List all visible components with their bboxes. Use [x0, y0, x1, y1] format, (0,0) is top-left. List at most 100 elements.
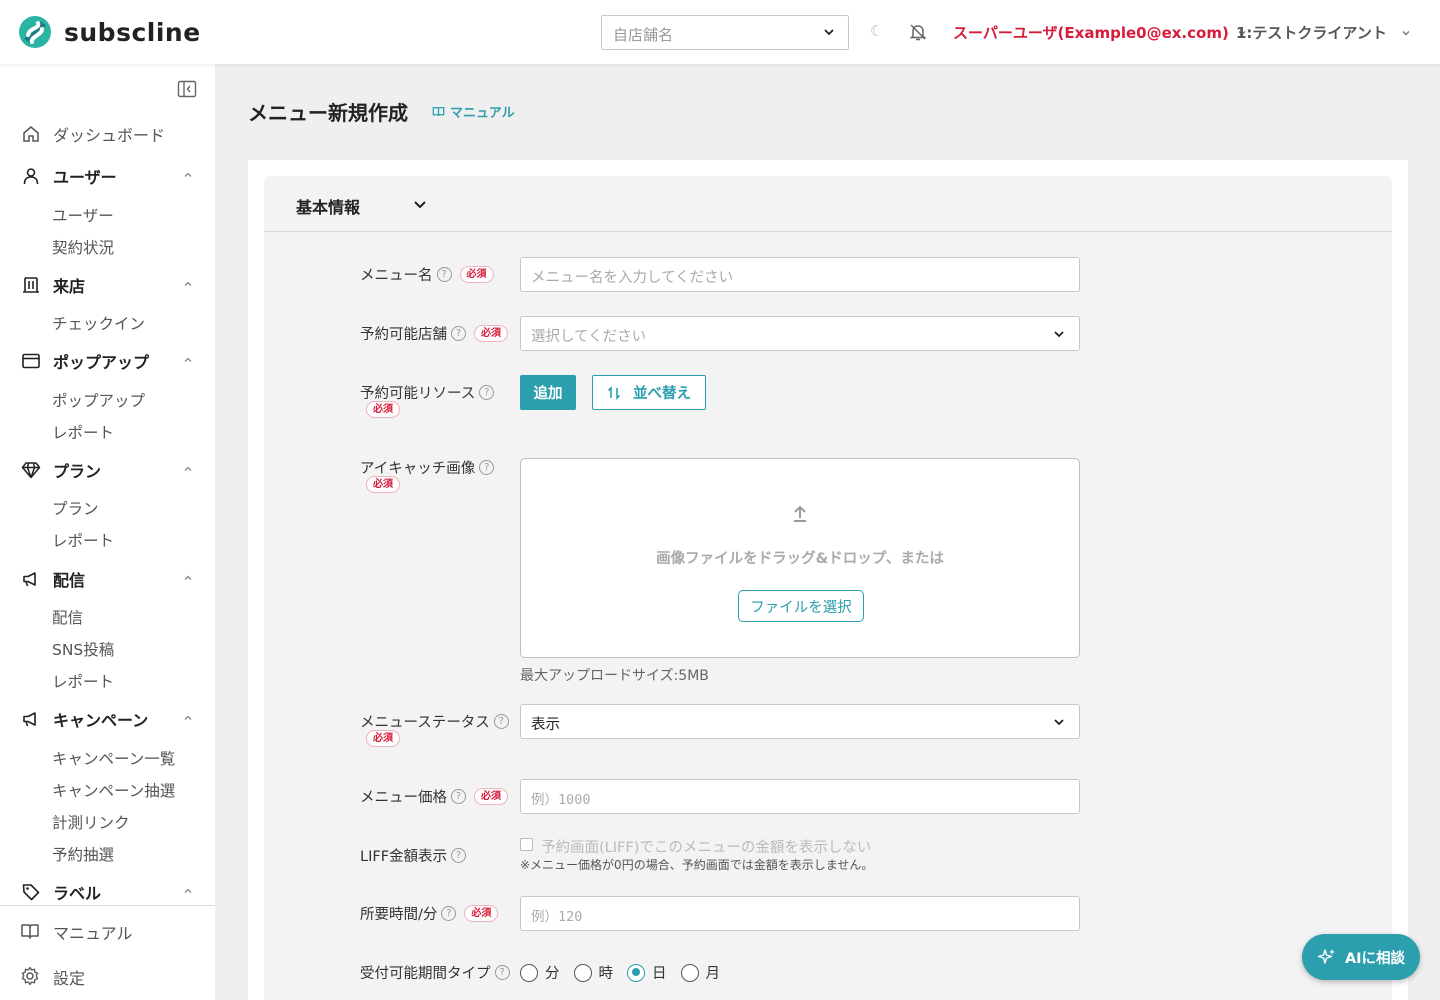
- add-resource-button[interactable]: 追加: [520, 375, 576, 410]
- status-select[interactable]: 表示: [520, 704, 1080, 739]
- help-icon[interactable]: ?: [436, 267, 452, 282]
- sort-resources-button[interactable]: 並べ替え: [592, 375, 706, 410]
- radio-button-selected[interactable]: [627, 963, 645, 982]
- radio-button[interactable]: [573, 963, 592, 982]
- user-menu-label: スーパーユーザ(Example0@ex.com): [953, 24, 1229, 42]
- client-menu[interactable]: 1:テストクライアント: [1236, 22, 1411, 43]
- liff-note: ※メニュー価格が0円の場合、予約画面では金額を表示しません。: [520, 858, 874, 872]
- radio-button[interactable]: [680, 963, 699, 982]
- radio-label: 時: [598, 966, 614, 982]
- dark-mode-icon[interactable]: ☾: [870, 22, 883, 40]
- sidebar-item-dashboard[interactable]: ダッシュボード: [0, 118, 215, 150]
- sidebar-group-delivery[interactable]: 配信: [0, 563, 215, 595]
- sidebar-item-plan-report[interactable]: レポート: [52, 529, 114, 553]
- duration-input[interactable]: 例）120: [520, 896, 1080, 931]
- sidebar-item-popup[interactable]: ポップアップ: [52, 389, 145, 413]
- sidebar-footer: マニュアル 設定: [0, 905, 215, 1000]
- sidebar-group-plan[interactable]: プラン: [0, 454, 215, 486]
- app-header: subscline 自店舗名 ☾ スーパーユーザ(Example0@ex.com…: [0, 0, 1440, 64]
- field-label: メニュー名: [360, 268, 433, 284]
- sidebar-group-label[interactable]: ラベル: [0, 876, 215, 908]
- sidebar-collapse-icon[interactable]: [177, 79, 197, 99]
- required-badge: 必須: [474, 325, 508, 342]
- sidebar-item-tracking-link[interactable]: 計測リンク: [52, 811, 130, 835]
- stores-label: 予約可能店舗 ? 必須: [360, 323, 508, 344]
- manual-link[interactable]: マニュアル: [432, 102, 515, 121]
- menu-name-input[interactable]: メニュー名を入力してください: [520, 257, 1080, 292]
- menu-name-label: メニュー名 ? 必須: [360, 264, 494, 285]
- duration-label: 所要時間/分 ? 必須: [360, 903, 499, 924]
- app-logo[interactable]: subscline: [16, 15, 201, 49]
- liff-hide-price-checkbox[interactable]: [520, 838, 533, 851]
- period-type-radio-group: 分 時 日 月: [520, 962, 734, 983]
- notification-off-icon[interactable]: [908, 22, 928, 42]
- help-icon[interactable]: ?: [451, 326, 466, 341]
- sidebar-item-contracts[interactable]: 契約状況: [52, 236, 114, 260]
- dropzone-text: 画像ファイルをドラッグ&ドロップ、または: [656, 551, 944, 567]
- store-select-placeholder: 自店舗名: [613, 26, 674, 44]
- period-type-option-hour[interactable]: 時: [573, 962, 614, 983]
- book-icon: [432, 106, 445, 117]
- sidebar-item-popup-report[interactable]: レポート: [52, 421, 114, 445]
- liff-checkbox-label[interactable]: 予約画面(LIFF)でこのメニューの金額を表示しない: [541, 836, 871, 857]
- sidebar-item-label: 設定: [53, 969, 86, 988]
- book-icon: [20, 921, 42, 943]
- ai-consult-button[interactable]: AIに相談: [1302, 934, 1420, 980]
- help-icon[interactable]: ?: [479, 385, 495, 400]
- sidebar-item-delivery[interactable]: 配信: [52, 606, 83, 630]
- sidebar-item-checkin[interactable]: チェックイン: [52, 312, 145, 336]
- required-badge: 必須: [366, 730, 400, 747]
- sidebar-item-campaign-lottery[interactable]: キャンペーン抽選: [52, 779, 175, 803]
- section-header[interactable]: 基本情報: [264, 176, 1392, 232]
- sidebar-item-manual[interactable]: マニュアル: [20, 920, 133, 944]
- select-file-button[interactable]: ファイルを選択: [738, 590, 864, 622]
- period-type-option-month[interactable]: 月: [680, 962, 721, 983]
- sidebar-item-label: マニュアル: [53, 924, 133, 943]
- user-menu[interactable]: スーパーユーザ(Example0@ex.com): [953, 22, 1247, 43]
- sidebar-group-label: プラン: [53, 462, 102, 481]
- gear-icon: [20, 966, 42, 988]
- sidebar-item-campaign-list[interactable]: キャンペーン一覧: [52, 747, 175, 771]
- field-label: LIFF金額表示: [360, 849, 448, 865]
- tag-icon: [20, 881, 42, 903]
- period-type-option-minute[interactable]: 分: [520, 962, 560, 983]
- required-badge: 必須: [474, 788, 508, 805]
- help-icon[interactable]: ?: [451, 848, 467, 863]
- field-label: メニューステータス: [360, 715, 490, 731]
- image-dropzone[interactable]: 画像ファイルをドラッグ&ドロップ、または ファイルを選択: [520, 458, 1080, 658]
- status-label: メニューステータス ?: [360, 711, 509, 732]
- period-type-option-day[interactable]: 日: [627, 962, 667, 983]
- radio-button[interactable]: [520, 963, 538, 982]
- sidebar-group-campaign[interactable]: キャンペーン: [0, 703, 215, 735]
- ai-button-label: AIに相談: [1344, 950, 1406, 967]
- sidebar-group-label: 来店: [53, 277, 86, 296]
- sidebar-item-reservation-lottery[interactable]: 予約抽選: [52, 843, 114, 867]
- store-select[interactable]: 自店舗名: [601, 15, 849, 50]
- stores-select[interactable]: 選択してください: [520, 316, 1080, 351]
- help-icon[interactable]: ?: [441, 906, 457, 921]
- field-label: 所要時間/分: [360, 907, 438, 923]
- sidebar-item-delivery-report[interactable]: レポート: [52, 670, 114, 694]
- sidebar-item-sns-post[interactable]: SNS投稿: [52, 638, 114, 662]
- chevron-up-icon: [184, 888, 192, 893]
- sidebar-group-user[interactable]: ユーザー: [0, 160, 215, 192]
- help-icon[interactable]: ?: [479, 460, 495, 475]
- help-icon[interactable]: ?: [451, 789, 466, 804]
- field-label: アイキャッチ画像: [360, 461, 476, 477]
- chevron-down-icon: [414, 201, 426, 209]
- sidebar-item-settings[interactable]: 設定: [20, 965, 85, 989]
- sort-icon: [607, 385, 621, 400]
- chevron-up-icon: [184, 466, 192, 471]
- sidebar-group-popup[interactable]: ポップアップ: [0, 345, 215, 377]
- radio-label: 月: [705, 966, 721, 982]
- help-icon[interactable]: ?: [493, 714, 509, 729]
- duration-placeholder: 例）120: [531, 909, 583, 925]
- client-menu-label: 1:テストクライアント: [1236, 24, 1387, 42]
- liff-label: LIFF金額表示 ?: [360, 845, 467, 866]
- sidebar-group-visit[interactable]: 来店: [0, 269, 215, 301]
- sidebar-item-plan[interactable]: プラン: [52, 497, 99, 521]
- sidebar-group-label: ポップアップ: [53, 353, 150, 372]
- help-icon[interactable]: ?: [494, 965, 510, 980]
- price-input[interactable]: 例）1000: [520, 779, 1080, 814]
- sidebar-item-users[interactable]: ユーザー: [52, 204, 114, 228]
